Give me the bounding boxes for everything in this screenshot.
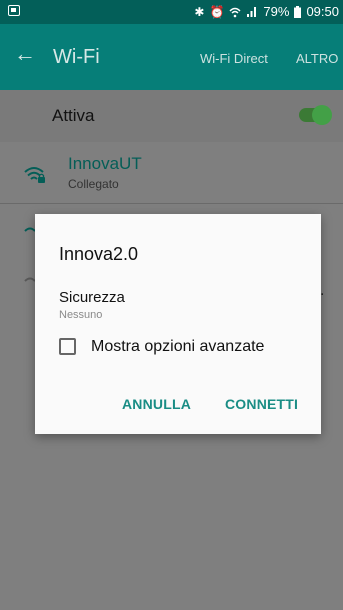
- security-label: Sicurezza: [59, 289, 125, 306]
- wifi-direct-button[interactable]: Wi-Fi Direct: [200, 51, 268, 66]
- security-value: Nessuno: [59, 309, 103, 321]
- list-divider: [0, 203, 343, 204]
- battery-icon: [294, 5, 302, 18]
- wifi-toggle-label: Attiva: [52, 106, 95, 125]
- alarm-icon: ⏰: [209, 4, 225, 19]
- connect-button[interactable]: CONNETTI: [225, 396, 298, 412]
- bluetooth-icon: ✱: [194, 4, 205, 19]
- back-arrow-icon[interactable]: ←: [14, 41, 36, 67]
- advanced-options-checkbox[interactable]: [59, 338, 76, 355]
- status-icons: ✱ ⏰ 79% 09:50: [194, 4, 339, 19]
- battery-percent: 79%: [263, 4, 290, 19]
- status-bar: ✱ ⏰ 79% 09:50: [0, 0, 343, 24]
- page-title: Wi-Fi: [53, 46, 100, 68]
- connect-dialog: Innova2.0 Sicurezza Nessuno Mostra opzio…: [35, 214, 321, 434]
- cancel-button[interactable]: ANNULLA: [122, 396, 191, 412]
- network-status: Collegato: [68, 177, 119, 191]
- toggle-knob: [312, 105, 332, 125]
- wifi-toggle-row[interactable]: Attiva: [0, 90, 343, 142]
- dialog-title: Innova2.0: [59, 244, 139, 264]
- network-name: InnovaUT: [68, 154, 142, 173]
- advanced-options-label[interactable]: Mostra opzioni avanzate: [91, 338, 264, 356]
- clock: 09:50: [306, 4, 339, 19]
- wifi-signal-icon: [229, 7, 241, 17]
- wifi-toggle-switch[interactable]: [299, 105, 332, 125]
- network-item[interactable]: InnovaUT Collegato: [0, 146, 343, 202]
- screenshot-icon: [8, 5, 20, 16]
- wifi-locked-icon: [24, 167, 45, 183]
- app-bar: ← Wi-Fi Wi-Fi Direct ALTRO: [0, 24, 343, 90]
- cell-signal-icon: [247, 6, 257, 17]
- more-button[interactable]: ALTRO: [296, 51, 338, 66]
